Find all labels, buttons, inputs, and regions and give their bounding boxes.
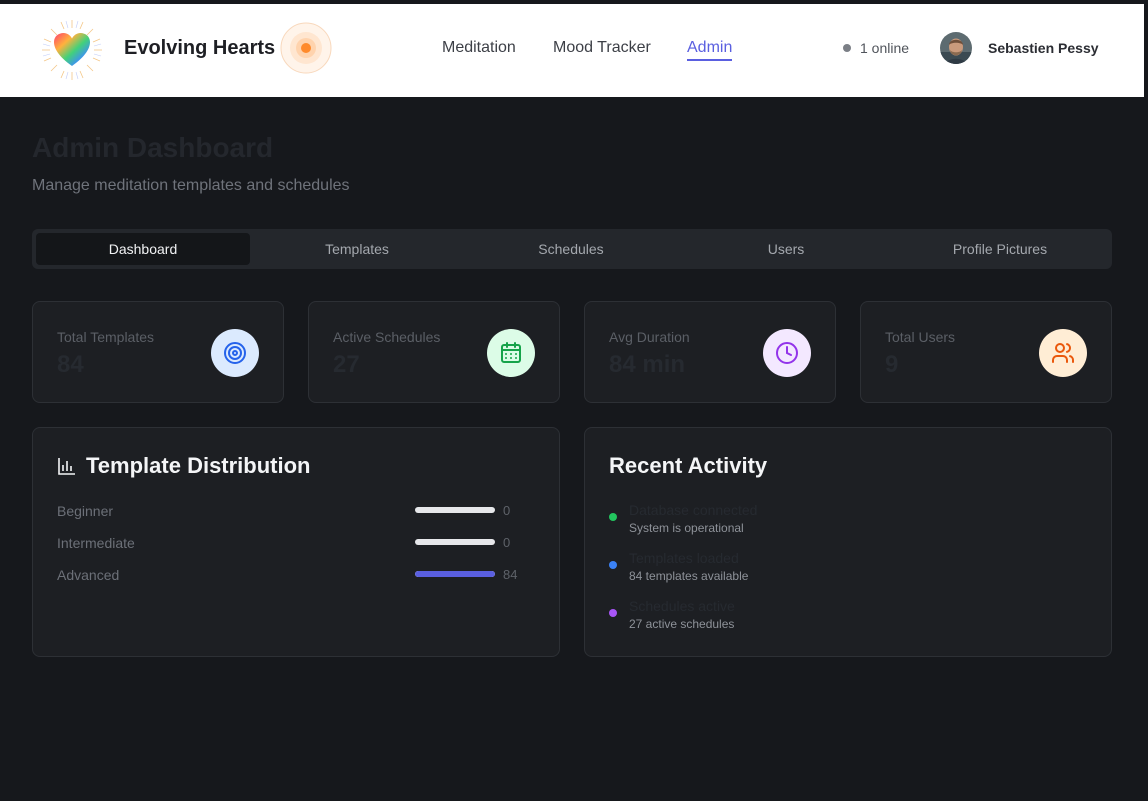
calendar-icon [487,329,535,377]
status-dot [609,513,617,521]
stat-card-avg-duration: Avg Duration 84 min [584,301,836,403]
panel-title: Recent Activity [609,453,768,478]
clock-icon [763,329,811,377]
recent-activity-panel: Recent Activity Database connected Syste… [584,427,1112,657]
progress-track [415,571,495,577]
tab-schedules[interactable]: Schedules [464,233,678,265]
progress-track [415,507,495,513]
level-count: 0 [503,503,511,518]
top-navbar: Evolving Hearts Meditation Mood Tracker … [0,4,1144,97]
progress-track [415,539,495,545]
nav-meditation[interactable]: Meditation [442,39,516,57]
stat-value: 9 [885,351,899,378]
brand-name[interactable]: Evolving Hearts [124,37,275,60]
tab-users[interactable]: Users [679,233,893,265]
level-label: Advanced [57,567,120,583]
page-title: Admin Dashboard [32,132,274,163]
nav-admin[interactable]: Admin [687,39,733,61]
avatar[interactable] [940,32,972,64]
activity-title: Database connected [629,502,758,518]
stat-card-total-users: Total Users 9 [860,301,1112,403]
activity-title: Templates loaded [629,550,739,566]
activity-item: Templates loaded 84 templates available [609,550,909,586]
nav-mood-tracker[interactable]: Mood Tracker [553,39,651,57]
stat-label: Active Schedules [333,329,441,345]
status-dot [609,609,617,617]
status-dot [609,561,617,569]
level-count: 0 [503,535,511,550]
activity-subtitle: System is operational [629,521,744,535]
template-distribution-panel: Template Distribution Beginner 0 Interme… [32,427,560,657]
tab-dashboard[interactable]: Dashboard [36,233,250,265]
stat-value: 84 [57,351,84,378]
level-label: Intermediate [57,535,135,551]
distribution-row: Advanced 84 [57,565,537,585]
admin-tabs: Dashboard Templates Schedules Users Prof… [32,229,1112,269]
stat-value: 84 min [609,351,686,378]
level-count: 84 [503,567,518,582]
sun-glow-icon [280,22,332,74]
distribution-row: Intermediate 0 [57,533,537,553]
activity-item: Schedules active 27 active schedules [609,598,909,634]
stat-label: Avg Duration [609,329,690,345]
stat-label: Total Users [885,329,956,345]
activity-title: Schedules active [629,598,735,614]
heart-logo-icon[interactable] [40,18,104,82]
bar-chart-icon [58,458,75,475]
activity-subtitle: 84 templates available [629,569,749,583]
activity-item: Database connected System is operational [609,502,909,538]
page-subtitle: Manage meditation templates and schedule… [32,177,350,194]
panel-title: Template Distribution [86,453,311,478]
distribution-row: Beginner 0 [57,501,537,521]
target-icon [211,329,259,377]
stat-label: Total Templates [57,329,155,345]
level-label: Beginner [57,503,114,519]
tab-templates[interactable]: Templates [250,233,464,265]
user-name[interactable]: Sebastien Pessy [988,40,1099,56]
online-count: 1 online [860,40,910,56]
activity-subtitle: 27 active schedules [629,617,735,631]
stat-value: 27 [333,351,360,378]
online-status-dot [843,44,851,52]
users-icon [1039,329,1087,377]
stat-card-total-templates: Total Templates 84 [32,301,284,403]
stat-card-active-schedules: Active Schedules 27 [308,301,560,403]
tab-profile-pictures[interactable]: Profile Pictures [893,233,1107,265]
progress-fill [415,571,495,577]
